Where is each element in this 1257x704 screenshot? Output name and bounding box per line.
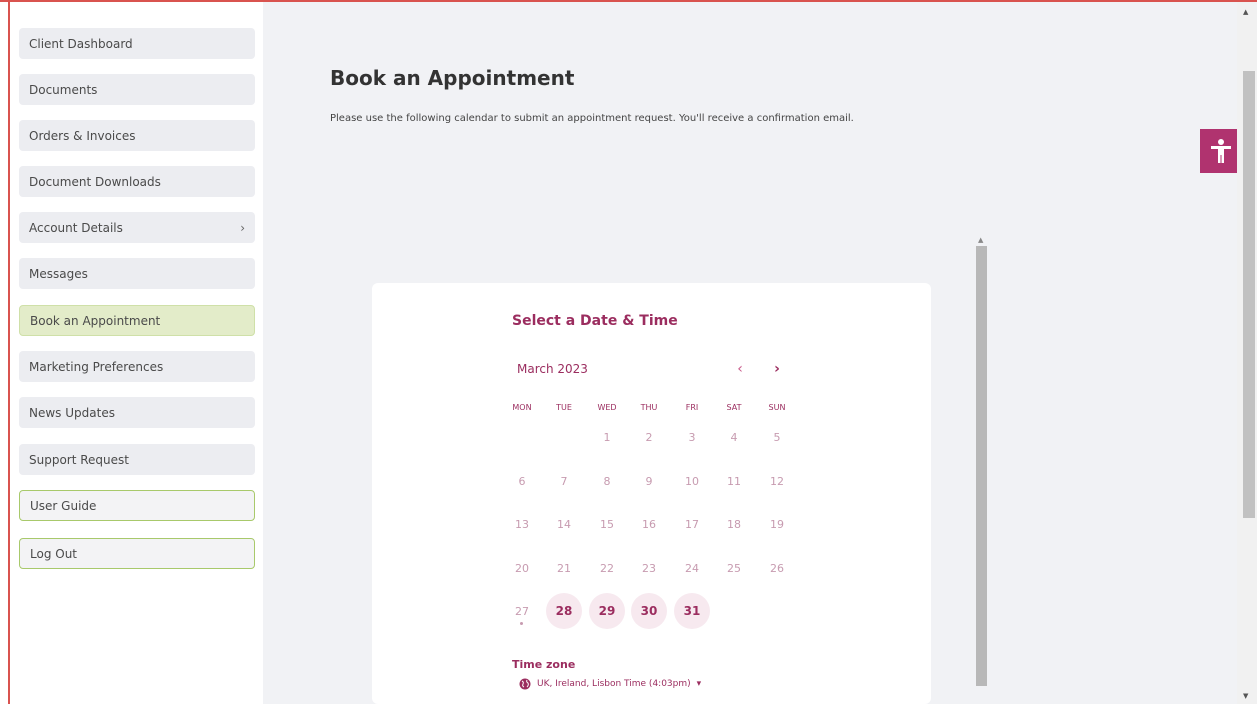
calendar-day: 5 bbox=[773, 430, 781, 444]
calendar-day: 4 bbox=[730, 430, 738, 444]
calendar-day: 7 bbox=[560, 474, 568, 488]
calendar-day: 26 bbox=[770, 561, 784, 575]
timezone-label: Time zone bbox=[512, 658, 576, 671]
sidebar-item-log-out[interactable]: Log Out bbox=[19, 538, 255, 569]
calendar-day: 17 bbox=[685, 517, 699, 531]
sidebar-item-support-request[interactable]: Support Request bbox=[19, 444, 255, 475]
scheduler-card: Select a Date & Time March 2023 ‹ › MON … bbox=[372, 283, 931, 704]
sidebar-item-label: Account Details bbox=[29, 220, 123, 235]
caret-down-icon: ▾ bbox=[696, 679, 702, 689]
calendar-day: 23 bbox=[642, 561, 656, 575]
sidebar-nav: Client Dashboard Documents Orders & Invo… bbox=[10, 2, 263, 704]
today-indicator-dot bbox=[520, 622, 523, 625]
page-scrollbar[interactable]: ▲ ▼ bbox=[1237, 2, 1257, 704]
calendar-day: 2 bbox=[645, 430, 653, 444]
chevron-right-icon: › bbox=[240, 220, 245, 235]
weekday-header: SAT bbox=[726, 403, 742, 412]
calendar-day-available[interactable]: 31 bbox=[674, 593, 710, 629]
calendar-day: 19 bbox=[770, 517, 784, 531]
calendar-day: 9 bbox=[645, 474, 653, 488]
accessibility-button[interactable] bbox=[1200, 129, 1242, 173]
chevron-right-icon: › bbox=[774, 361, 780, 377]
calendar-day: 13 bbox=[515, 517, 529, 531]
sidebar-item-documents[interactable]: Documents bbox=[19, 74, 255, 105]
calendar-day: 20 bbox=[515, 561, 529, 575]
calendar-day: 18 bbox=[727, 517, 741, 531]
previous-month-button[interactable]: ‹ bbox=[728, 357, 752, 381]
sidebar-item-account-details[interactable]: Account Details › bbox=[19, 212, 255, 243]
sidebar-item-label: User Guide bbox=[30, 498, 97, 513]
calendar-day-available[interactable]: 29 bbox=[589, 593, 625, 629]
page-title: Book an Appointment bbox=[330, 66, 575, 90]
sidebar-item-book-appointment[interactable]: Book an Appointment bbox=[19, 305, 255, 336]
sidebar-item-orders-invoices[interactable]: Orders & Invoices bbox=[19, 120, 255, 151]
next-month-button[interactable]: › bbox=[765, 357, 789, 381]
sidebar-item-label: Orders & Invoices bbox=[29, 128, 136, 143]
sidebar-item-label: Documents bbox=[29, 82, 98, 97]
weekday-header: WED bbox=[597, 403, 617, 412]
weekday-header: TUE bbox=[556, 403, 572, 412]
sidebar-item-messages[interactable]: Messages bbox=[19, 258, 255, 289]
calendar-day: 22 bbox=[600, 561, 614, 575]
sidebar-item-label: Support Request bbox=[29, 452, 129, 467]
page-description: Please use the following calendar to sub… bbox=[330, 113, 854, 124]
scheduler-scrollbar[interactable]: ▲ bbox=[972, 236, 987, 704]
scheduler-heading: Select a Date & Time bbox=[512, 313, 678, 329]
weekday-header: MON bbox=[512, 403, 532, 412]
sidebar-item-document-downloads[interactable]: Document Downloads bbox=[19, 166, 255, 197]
timezone-value: UK, Ireland, Lisbon Time (4:03pm) bbox=[537, 679, 691, 689]
calendar-day: 21 bbox=[557, 561, 571, 575]
calendar-day: 24 bbox=[685, 561, 699, 575]
main-content: Book an Appointment Please use the follo… bbox=[263, 2, 1242, 704]
globe-icon bbox=[519, 678, 531, 690]
calendar-day-available[interactable]: 30 bbox=[631, 593, 667, 629]
month-label: March 2023 bbox=[517, 362, 588, 376]
calendar-day: 14 bbox=[557, 517, 571, 531]
calendar-day: 8 bbox=[603, 474, 611, 488]
sidebar-item-label: Marketing Preferences bbox=[29, 359, 164, 374]
scroll-up-arrow-icon[interactable]: ▲ bbox=[978, 236, 983, 244]
weekday-header: THU bbox=[640, 403, 658, 412]
sidebar-item-user-guide[interactable]: User Guide bbox=[19, 490, 255, 521]
calendar-day: 12 bbox=[770, 474, 784, 488]
calendar-day: 10 bbox=[685, 474, 699, 488]
day-number: 27 bbox=[515, 604, 529, 618]
sidebar-item-marketing-preferences[interactable]: Marketing Preferences bbox=[19, 351, 255, 382]
calendar-day: 16 bbox=[642, 517, 656, 531]
accessibility-person-icon bbox=[1211, 139, 1231, 163]
calendar-day: 11 bbox=[727, 474, 741, 488]
calendar-day: 15 bbox=[600, 517, 614, 531]
sidebar-item-label: Log Out bbox=[30, 546, 78, 561]
calendar-day: 6 bbox=[518, 474, 526, 488]
chevron-left-icon: ‹ bbox=[737, 361, 743, 377]
calendar-day: 1 bbox=[603, 430, 611, 444]
scrollbar-thumb[interactable] bbox=[976, 246, 987, 686]
calendar-day-available[interactable]: 28 bbox=[546, 593, 582, 629]
weekday-header: SUN bbox=[768, 403, 786, 412]
calendar-day: 25 bbox=[727, 561, 741, 575]
calendar-day: 3 bbox=[688, 430, 696, 444]
timezone-selector[interactable]: UK, Ireland, Lisbon Time (4:03pm) ▾ bbox=[519, 678, 701, 690]
sidebar-item-news-updates[interactable]: News Updates bbox=[19, 397, 255, 428]
sidebar-item-client-dashboard[interactable]: Client Dashboard bbox=[19, 28, 255, 59]
scroll-up-arrow-icon[interactable]: ▲ bbox=[1243, 8, 1248, 16]
calendar-day-today: 27 bbox=[504, 593, 540, 629]
sidebar-item-label: Document Downloads bbox=[29, 174, 161, 189]
sidebar-item-label: News Updates bbox=[29, 405, 115, 420]
sidebar-item-label: Messages bbox=[29, 266, 88, 281]
sidebar-item-label: Book an Appointment bbox=[30, 313, 161, 328]
weekday-header: FRI bbox=[685, 403, 699, 412]
sidebar-item-label: Client Dashboard bbox=[29, 36, 133, 51]
scroll-down-arrow-icon[interactable]: ▼ bbox=[1243, 692, 1248, 700]
scrollbar-thumb[interactable] bbox=[1243, 71, 1255, 518]
